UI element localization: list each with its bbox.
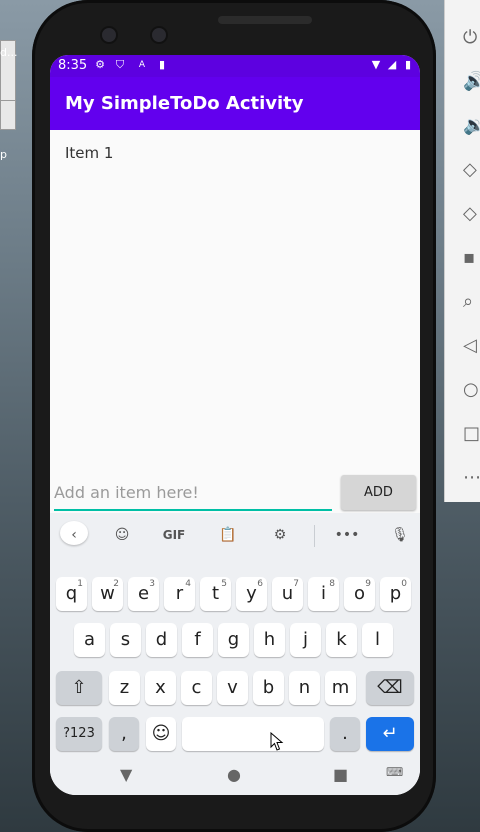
sd-card-icon: ▮ <box>158 58 166 71</box>
backspace-key[interactable]: ⌫ <box>366 671 414 705</box>
key-b[interactable]: b <box>253 671 284 705</box>
wifi-icon: ▼ <box>371 58 381 71</box>
key-r[interactable]: r4 <box>164 577 195 611</box>
key-hint-3: 3 <box>149 579 155 589</box>
rotate-left-icon[interactable]: ◇ <box>463 160 480 180</box>
keyboard-switch-icon[interactable]: ⌨ <box>386 765 403 779</box>
key-y[interactable]: y6 <box>236 577 267 611</box>
list-item[interactable]: Item 1 <box>65 144 113 162</box>
soft-keyboard: ‹ ☺ GIF 📋 ⚙ ••• 🎙 q1w2e3r4t5y6u7i8o9p0 a… <box>50 513 420 795</box>
key-q[interactable]: q1 <box>56 577 87 611</box>
zoom-icon[interactable]: ⌕ <box>463 292 480 312</box>
status-bar: 8:35 ⚙ ⛉ A ▮ ▼ ◢ ▮ <box>50 55 420 77</box>
sensor-icon <box>150 26 168 44</box>
key-f[interactable]: f <box>182 623 213 657</box>
keyboard-back-icon[interactable]: ‹ <box>60 521 88 545</box>
speaker-grille <box>218 16 312 24</box>
nav-home-icon[interactable]: ● <box>227 765 241 784</box>
desktop-window-fragment-2 <box>0 100 16 130</box>
key-hint-1: 1 <box>77 579 83 589</box>
app-bar: My SimpleToDo Activity <box>50 77 420 130</box>
key-hint-6: 6 <box>257 579 263 589</box>
shift-key[interactable]: ⇧ <box>56 671 102 705</box>
todo-list: Item 1 <box>50 130 420 470</box>
item-input[interactable] <box>54 479 324 505</box>
more-options-icon[interactable]: ••• <box>334 523 360 547</box>
shield-icon: ⛉ <box>115 58 125 71</box>
enter-key[interactable]: ↵ <box>366 717 414 751</box>
key-a[interactable]: a <box>74 623 105 657</box>
camera-icon[interactable]: ▪ <box>463 248 480 268</box>
gear-icon: ⚙ <box>95 58 105 71</box>
app-screen: 8:35 ⚙ ⛉ A ▮ ▼ ◢ ▮ My SimpleToDo Activit… <box>50 55 420 795</box>
key-h[interactable]: h <box>254 623 285 657</box>
key-s[interactable]: s <box>110 623 141 657</box>
overview-icon[interactable]: □ <box>463 424 480 444</box>
key-hint-7: 7 <box>293 579 299 589</box>
nav-recents-icon[interactable]: ■ <box>333 765 348 784</box>
key-c[interactable]: c <box>181 671 212 705</box>
key-z[interactable]: z <box>109 671 140 705</box>
front-camera-icon <box>100 26 118 44</box>
key-j[interactable]: j <box>290 623 321 657</box>
key-hint-5: 5 <box>221 579 227 589</box>
key-u[interactable]: u7 <box>272 577 303 611</box>
key-hint-4: 4 <box>185 579 191 589</box>
key-hint-2: 2 <box>113 579 119 589</box>
key-v[interactable]: v <box>217 671 248 705</box>
add-button[interactable]: ADD <box>341 475 416 510</box>
key-m[interactable]: m <box>325 671 356 705</box>
comma-key[interactable]: , <box>109 717 139 751</box>
key-n[interactable]: n <box>289 671 320 705</box>
period-key[interactable]: . <box>330 717 360 751</box>
key-hint-8: 8 <box>329 579 335 589</box>
signal-icon: ◢ <box>387 58 397 71</box>
nav-back-icon[interactable]: ▼ <box>120 765 132 784</box>
clipboard-icon[interactable]: 📋 <box>216 523 240 547</box>
space-key[interactable] <box>182 717 324 751</box>
toolbar-divider <box>314 525 315 547</box>
key-x[interactable]: x <box>145 671 176 705</box>
desktop-label-fragment-2: p <box>0 148 7 161</box>
key-w[interactable]: w2 <box>92 577 123 611</box>
page-title: My SimpleToDo Activity <box>65 93 304 114</box>
key-e[interactable]: e3 <box>128 577 159 611</box>
emulator-side-panel: ⏻ 🔊 🔉 ◇ ◇ ▪ ⌕ ◁ ○ □ ⋯ <box>444 0 480 502</box>
key-hint-0: 0 <box>401 579 407 589</box>
desktop-label-fragment: d... <box>0 46 18 59</box>
home-icon[interactable]: ○ <box>463 380 480 400</box>
key-d[interactable]: d <box>146 623 177 657</box>
key-k[interactable]: k <box>326 623 357 657</box>
symbols-key[interactable]: ?123 <box>56 717 102 751</box>
rotate-right-icon[interactable]: ◇ <box>463 204 480 224</box>
sticker-icon[interactable]: ☺ <box>110 523 134 547</box>
a-icon: A <box>138 60 146 70</box>
key-o[interactable]: o9 <box>344 577 375 611</box>
more-icon[interactable]: ⋯ <box>463 468 480 488</box>
battery-icon: ▮ <box>404 58 412 71</box>
power-icon[interactable]: ⏻ <box>463 28 480 48</box>
key-p[interactable]: p0 <box>380 577 411 611</box>
key-i[interactable]: i8 <box>308 577 339 611</box>
emoji-key[interactable]: ☺ <box>146 717 176 751</box>
key-g[interactable]: g <box>218 623 249 657</box>
key-l[interactable]: l <box>362 623 393 657</box>
mic-icon[interactable]: 🎙 <box>388 523 412 547</box>
item-input-container <box>54 479 332 511</box>
system-nav-bar: ▼ ● ■ ⌨ <box>50 759 420 795</box>
key-t[interactable]: t5 <box>200 577 231 611</box>
back-icon[interactable]: ◁ <box>463 336 480 356</box>
keyboard-toolbar: ‹ ☺ GIF 📋 ⚙ ••• 🎙 <box>50 513 420 557</box>
settings-gear-icon[interactable]: ⚙ <box>268 523 292 547</box>
status-time: 8:35 <box>58 58 88 73</box>
volume-up-icon[interactable]: 🔊 <box>463 72 480 92</box>
gif-button[interactable]: GIF <box>158 523 190 547</box>
key-hint-9: 9 <box>365 579 371 589</box>
mouse-cursor-icon <box>270 732 284 751</box>
volume-down-icon[interactable]: 🔉 <box>463 116 480 136</box>
